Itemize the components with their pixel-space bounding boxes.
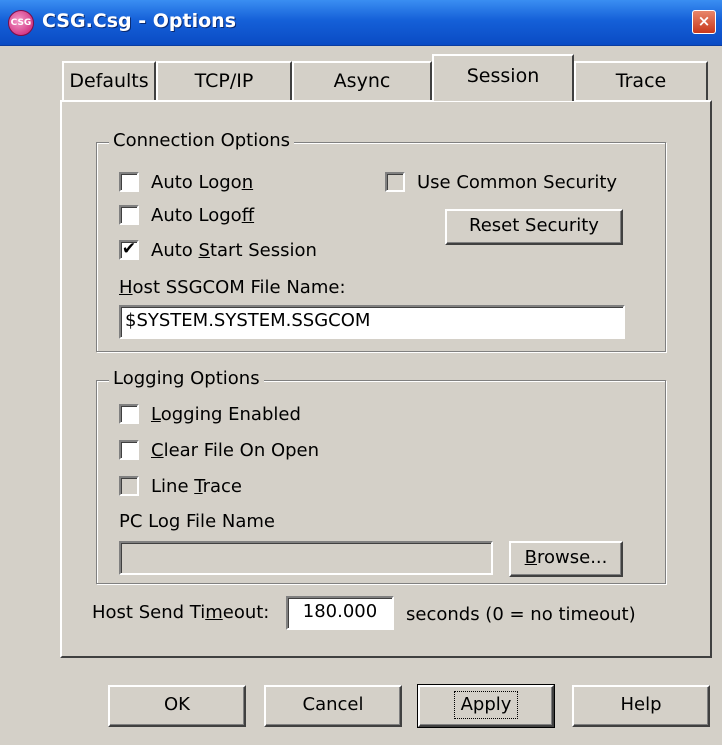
browse-button[interactable]: Browse... <box>509 541 623 577</box>
auto-start-session-checkbox[interactable]: ✔ <box>119 240 139 260</box>
logging-enabled-label: Logging Enabled <box>151 403 301 425</box>
help-button[interactable]: Help <box>572 685 710 727</box>
line-trace-checkbox-row[interactable]: Line Trace <box>119 473 242 499</box>
connection-options-group: Connection Options Auto Logon Auto Logof… <box>96 130 666 352</box>
reset-security-button[interactable]: Reset Security <box>445 209 623 245</box>
tab-async[interactable]: Async <box>292 61 432 100</box>
host-file-input[interactable]: $SYSTEM.SYSTEM.SSGCOM <box>119 305 625 339</box>
auto-logon-checkbox[interactable] <box>119 172 139 192</box>
cancel-button[interactable]: Cancel <box>264 685 402 727</box>
clear-file-checkbox-row[interactable]: Clear File On Open <box>119 437 319 463</box>
line-trace-label: Line Trace <box>151 475 242 497</box>
line-trace-checkbox[interactable] <box>119 476 139 496</box>
logging-enabled-checkbox-row[interactable]: Logging Enabled <box>119 401 301 427</box>
auto-logoff-checkbox[interactable] <box>119 205 139 225</box>
host-file-label: Host SSGCOM File Name: <box>119 277 346 298</box>
host-send-timeout-label: Host Send Timeout: <box>92 602 270 623</box>
tab-session[interactable]: Session <box>432 54 574 101</box>
use-common-security-checkbox-row[interactable]: Use Common Security <box>385 169 617 195</box>
ok-button[interactable]: OK <box>108 685 246 727</box>
clear-file-label: Clear File On Open <box>151 439 320 461</box>
apply-button[interactable]: Apply <box>417 684 555 728</box>
clear-file-checkbox[interactable] <box>119 440 139 460</box>
logging-options-group: Logging Options Logging Enabled Clear Fi… <box>96 368 666 584</box>
tab-trace[interactable]: Trace <box>574 61 708 100</box>
close-button[interactable]: × <box>692 10 716 34</box>
tab-tcpip[interactable]: TCP/IP <box>156 61 292 100</box>
connection-options-legend: Connection Options <box>109 130 295 151</box>
title-bar: CSG CSG.Csg - Options × <box>0 0 722 46</box>
logging-enabled-checkbox[interactable] <box>119 404 139 424</box>
pc-log-file-label: PC Log File Name <box>119 511 275 532</box>
timeout-suffix-label: seconds (0 = no timeout) <box>406 604 636 625</box>
use-common-security-checkbox[interactable] <box>385 172 405 192</box>
csg-app-icon[interactable]: CSG <box>8 10 34 36</box>
auto-logon-checkbox-row[interactable]: Auto Logon <box>119 169 253 195</box>
auto-start-session-checkbox-row[interactable]: ✔ Auto Start Session <box>119 237 317 263</box>
close-icon: × <box>697 12 711 30</box>
pc-log-file-input[interactable] <box>119 541 493 575</box>
logging-options-legend: Logging Options <box>109 368 264 389</box>
checkmark-icon: ✔ <box>121 239 137 259</box>
tab-defaults[interactable]: Defaults <box>62 61 156 100</box>
host-send-timeout-input[interactable]: 180.000 <box>286 596 394 630</box>
auto-logoff-label: Auto Logoff <box>151 204 255 226</box>
auto-start-session-label: Auto Start Session <box>151 239 317 261</box>
apply-focus-rect: Apply <box>453 691 519 719</box>
window-title: CSG.Csg - Options <box>42 10 236 32</box>
session-tab-panel: Connection Options Auto Logon Auto Logof… <box>60 100 712 658</box>
use-common-security-label: Use Common Security <box>417 171 618 193</box>
auto-logon-label: Auto Logon <box>151 171 254 193</box>
auto-logoff-checkbox-row[interactable]: Auto Logoff <box>119 202 254 228</box>
